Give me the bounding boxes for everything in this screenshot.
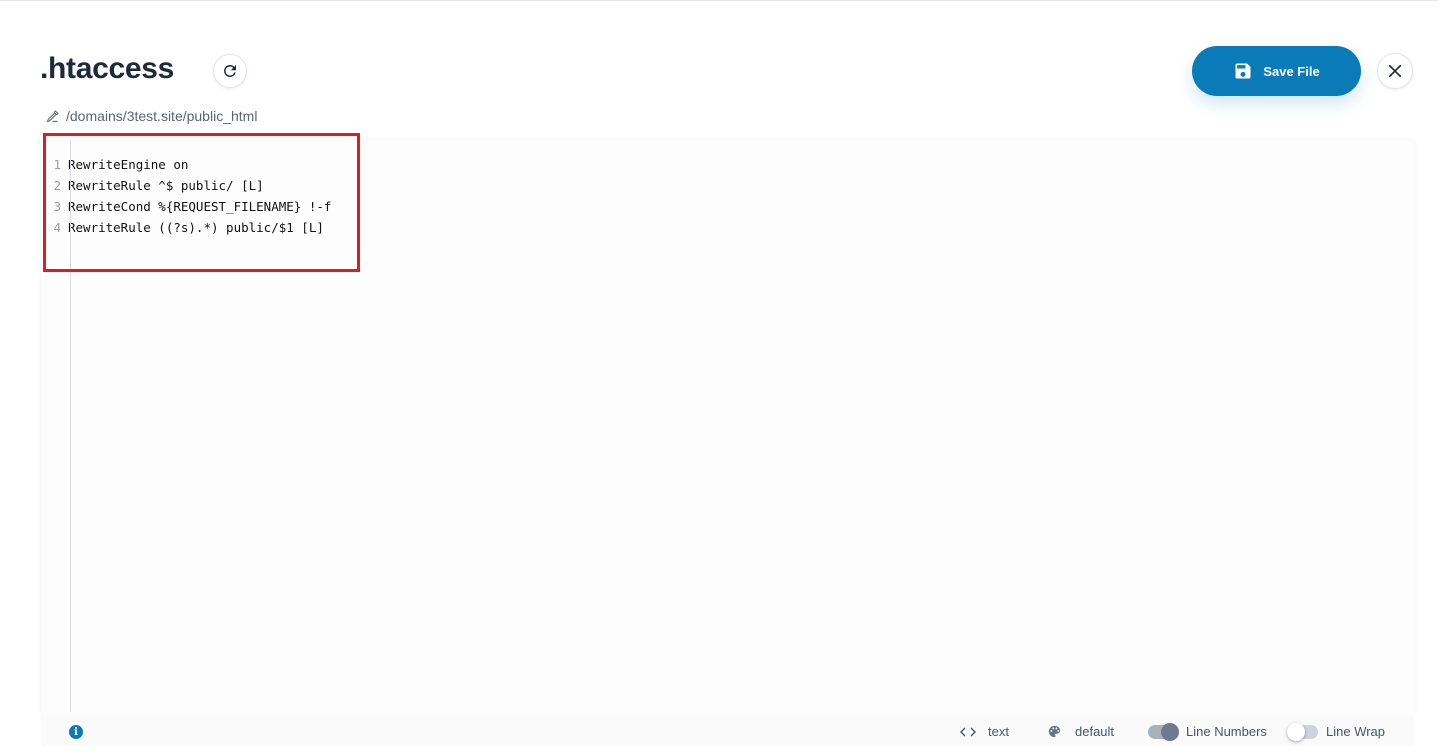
mode-label: text [988,724,1009,739]
gutter-divider [70,140,71,712]
code-line[interactable]: 1 RewriteEngine on [41,154,331,175]
mode-selector[interactable]: text [960,724,1009,739]
pencil-icon [46,109,59,122]
top-divider [0,0,1438,1]
line-wrap-toggle[interactable]: Line Wrap [1287,722,1386,741]
line-numbers-label: Line Numbers [1186,724,1267,739]
floppy-disk-icon [1235,63,1251,79]
line-number: 2 [53,178,61,193]
line-number: 4 [53,220,61,235]
line-wrap-label: Line Wrap [1326,724,1386,739]
palette-icon [1048,725,1061,738]
code-line[interactable]: 4 RewriteRule ((?s).*) public/$1 [L] [41,217,331,238]
code-line[interactable]: 3 RewriteCond %{REQUEST_FILENAME} !-f [41,196,331,217]
code-brackets-icon [960,727,976,736]
line-text: RewriteRule ^$ public/ [L] [68,178,264,193]
refresh-button[interactable] [213,54,247,88]
file-path-text: /domains/3test.site/public_html [66,108,258,124]
code-line[interactable]: 2 RewriteRule ^$ public/ [L] [41,175,331,196]
refresh-icon [224,65,236,77]
file-path: /domains/3test.site/public_html [46,108,257,124]
line-text: RewriteRule ((?s).*) public/$1 [L] [68,220,324,235]
code-editor[interactable]: 1 RewriteEngine on 2 RewriteRule ^$ publ… [41,140,1414,714]
info-icon[interactable]: i [69,725,83,739]
close-button[interactable] [1377,53,1413,89]
line-numbers-toggle[interactable]: Line Numbers [1148,722,1267,741]
save-file-button[interactable]: Save File [1192,46,1361,96]
code-lines: 1 RewriteEngine on 2 RewriteRule ^$ publ… [41,154,331,238]
line-text: RewriteCond %{REQUEST_FILENAME} !-f [68,199,332,214]
line-number: 1 [53,157,61,172]
close-icon [1388,64,1402,78]
theme-label: default [1075,724,1115,739]
theme-selector[interactable]: default [1047,724,1114,739]
line-numbers-switch[interactable] [1148,722,1179,741]
line-number: 3 [53,199,61,214]
line-wrap-switch[interactable] [1287,722,1318,741]
save-file-label: Save File [1263,63,1320,79]
line-text: RewriteEngine on [68,157,189,172]
file-title: .htaccess [40,52,175,85]
